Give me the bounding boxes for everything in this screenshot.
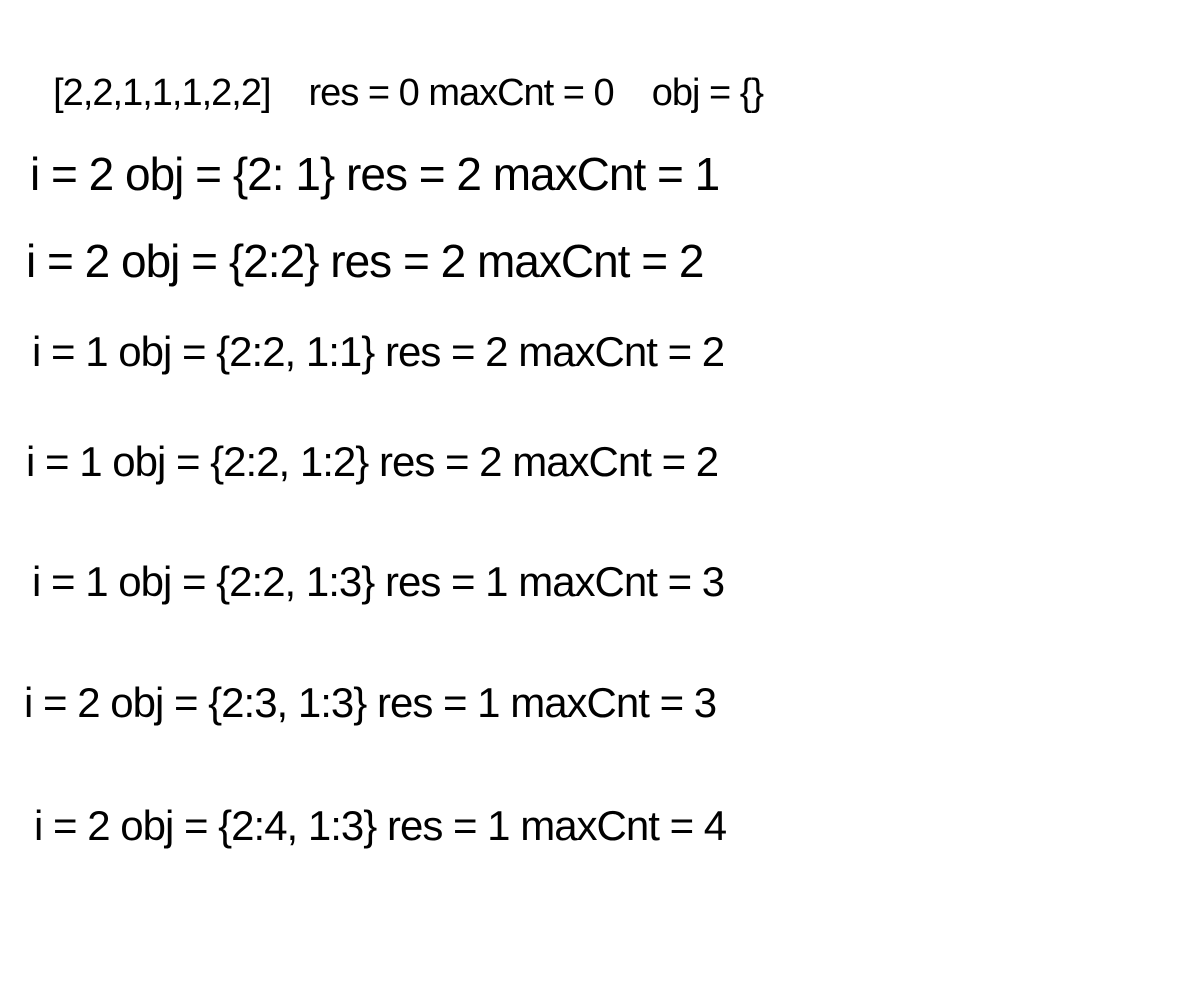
input-array: [2,2,1,1,1,2,2]	[53, 72, 271, 114]
step-4: i = 1 obj = {2:2, 1:2} res = 2 maxCnt = …	[26, 438, 719, 485]
step-5: i = 1 obj = {2:2, 1:3} res = 1 maxCnt = …	[32, 558, 725, 605]
header-line: [2,2,1,1,1,2,2] res = 0 maxCnt = 0 obj = {…	[34, 36, 801, 112]
step-3: i = 1 obj = {2:2, 1:1} res = 2 maxCnt = …	[32, 328, 725, 375]
step-1: i = 2 obj = {2: 1} res = 2 maxCnt = 1	[30, 148, 720, 200]
initial-object: obj = {}	[651, 72, 764, 114]
step-2: i = 2 obj = {2:2} res = 2 maxCnt = 2	[26, 235, 704, 287]
step-6: i = 2 obj = {2:3, 1:3} res = 1 maxCnt = …	[24, 679, 717, 726]
step-7: i = 2 obj = {2:4, 1:3} res = 1 maxCnt = …	[34, 802, 727, 849]
initial-variables: res = 0 maxCnt = 0	[308, 72, 615, 114]
